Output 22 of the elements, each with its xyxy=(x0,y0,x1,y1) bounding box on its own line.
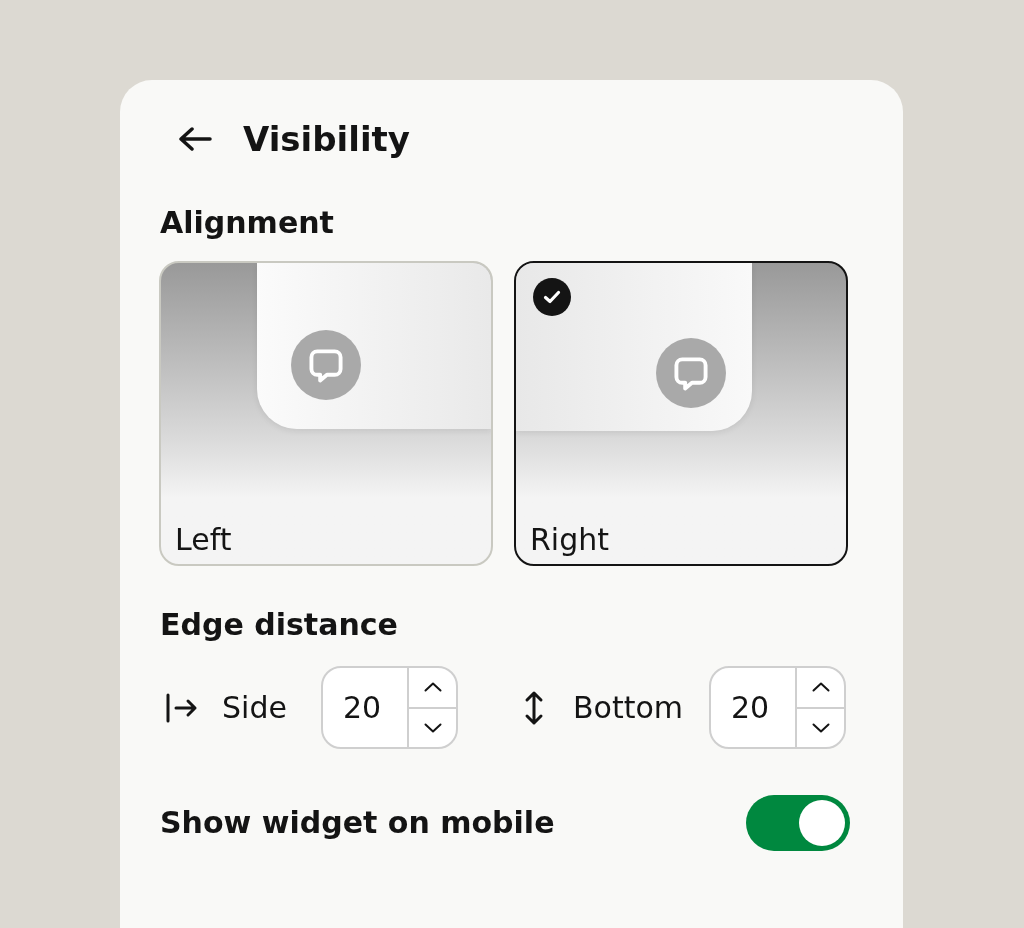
chat-bubble-icon xyxy=(291,330,361,400)
chevron-down-icon xyxy=(811,722,830,733)
number-spinner[interactable]: 20 xyxy=(321,666,458,749)
panel-title: Visibility xyxy=(243,118,410,161)
toggle-switch[interactable] xyxy=(746,795,850,851)
arrow-left-icon xyxy=(178,127,212,151)
number-spinner[interactable]: 20 xyxy=(709,666,846,749)
chevron-up-icon xyxy=(423,682,442,693)
chevron-down-icon xyxy=(423,722,442,733)
chat-bubble-icon xyxy=(656,338,726,408)
section-heading: Edge distance xyxy=(160,607,399,643)
up-down-arrow-icon xyxy=(523,689,545,726)
alignment-option[interactable]: Left xyxy=(159,261,493,566)
setting-label: Show widget on mobile xyxy=(160,805,555,841)
chevron-up-icon xyxy=(811,682,830,693)
section-heading: Alignment xyxy=(160,205,335,241)
check-circle-icon xyxy=(533,278,571,316)
number-input[interactable]: 20 xyxy=(711,668,795,747)
number-input[interactable]: 20 xyxy=(323,668,407,747)
field-label: Bottom xyxy=(573,689,685,726)
field-label: Side xyxy=(222,689,288,726)
alignment-option[interactable]: Right xyxy=(514,261,848,566)
